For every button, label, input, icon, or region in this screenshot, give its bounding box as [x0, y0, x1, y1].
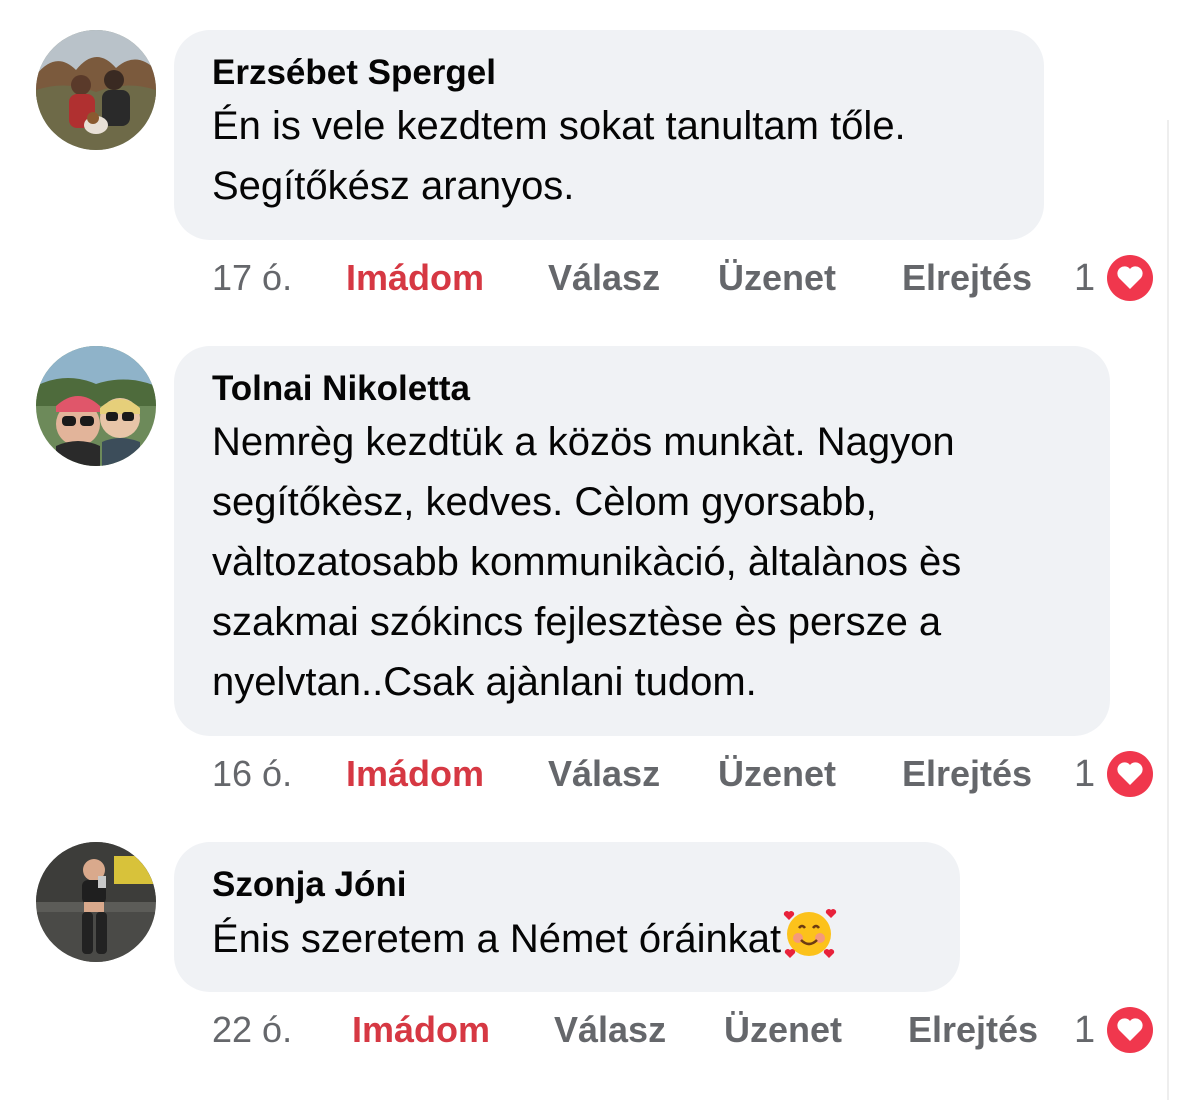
- message-button[interactable]: Üzenet: [718, 749, 836, 799]
- comment-text-line: segítőkèsz, kedves. Cèlom gyorsabb,: [212, 480, 877, 524]
- comment-text-line: Segítőkész aranyos.: [212, 164, 575, 208]
- message-button[interactable]: Üzenet: [724, 1005, 842, 1055]
- reaction-count[interactable]: 1: [1074, 749, 1095, 799]
- comment-actions: 17 ó. Imádom Válasz Üzenet Elrejtés 1: [212, 253, 1159, 303]
- profile-photo-icon: [36, 30, 156, 150]
- comment: Szonja Jóni Énis szeretem a Német óráink…: [0, 820, 1179, 1100]
- heart-icon: [1107, 255, 1153, 301]
- comment-author[interactable]: Erzsébet Spergel: [212, 52, 1008, 94]
- comment-text-line: Énis szeretem a Német óráinkat: [212, 908, 924, 977]
- comment-author[interactable]: Tolnai Nikoletta: [212, 368, 1074, 410]
- comment-text-line: nyelvtan..Csak ajànlani tudom.: [212, 660, 757, 704]
- comment-timestamp[interactable]: 22 ó.: [212, 1005, 292, 1055]
- hide-button[interactable]: Elrejtés: [902, 253, 1032, 303]
- comment-text-line: Nemrèg kezdtük a közös munkàt. Nagyon: [212, 420, 955, 464]
- love-reaction-button[interactable]: Imádom: [346, 253, 484, 303]
- smiling-face-with-hearts-icon: [781, 908, 837, 977]
- reaction-badge[interactable]: [1105, 253, 1155, 303]
- comment-text-line: vàltozatosabb kommunikàció, àltalànos ès: [212, 540, 962, 584]
- reply-button[interactable]: Válasz: [548, 749, 660, 799]
- love-reaction-button[interactable]: Imádom: [346, 749, 484, 799]
- reply-button[interactable]: Válasz: [554, 1005, 666, 1055]
- love-reaction-button[interactable]: Imádom: [352, 1005, 490, 1055]
- profile-photo-icon: [36, 842, 156, 962]
- avatar[interactable]: [36, 842, 156, 962]
- message-button[interactable]: Üzenet: [718, 253, 836, 303]
- comment: Erzsébet Spergel Én is vele kezdtem soka…: [0, 0, 1179, 330]
- hide-button[interactable]: Elrejtés: [902, 749, 1032, 799]
- comment-text-line: szakmai szókincs fejlesztèse ès persze a: [212, 600, 942, 644]
- comment-bubble[interactable]: Erzsébet Spergel Én is vele kezdtem soka…: [174, 30, 1044, 240]
- comment-text: Énis szeretem a Német óráinkat: [212, 917, 782, 961]
- comment-text-line: Én is vele kezdtem sokat tanultam tőle.: [212, 104, 906, 148]
- reaction-count[interactable]: 1: [1074, 253, 1095, 303]
- reaction-badge[interactable]: [1105, 749, 1155, 799]
- heart-icon: [1107, 751, 1153, 797]
- comment-timestamp[interactable]: 16 ó.: [212, 749, 292, 799]
- comment-author[interactable]: Szonja Jóni: [212, 864, 924, 906]
- profile-photo-icon: [36, 346, 156, 466]
- comment-actions: 16 ó. Imádom Válasz Üzenet Elrejtés 1: [212, 749, 1159, 799]
- avatar[interactable]: [36, 346, 156, 466]
- reply-button[interactable]: Válasz: [548, 253, 660, 303]
- reaction-badge[interactable]: [1105, 1005, 1155, 1055]
- comment-bubble[interactable]: Szonja Jóni Énis szeretem a Német óráink…: [174, 842, 960, 992]
- comment: Tolnai Nikoletta Nemrèg kezdtük a közös …: [0, 330, 1179, 820]
- comment-actions: 22 ó. Imádom Válasz Üzenet Elrejtés 1: [212, 1005, 1159, 1055]
- comment-bubble[interactable]: Tolnai Nikoletta Nemrèg kezdtük a közös …: [174, 346, 1110, 736]
- hide-button[interactable]: Elrejtés: [908, 1005, 1038, 1055]
- heart-icon: [1107, 1007, 1153, 1053]
- reaction-count[interactable]: 1: [1074, 1005, 1095, 1055]
- avatar[interactable]: [36, 30, 156, 150]
- comment-timestamp[interactable]: 17 ó.: [212, 253, 292, 303]
